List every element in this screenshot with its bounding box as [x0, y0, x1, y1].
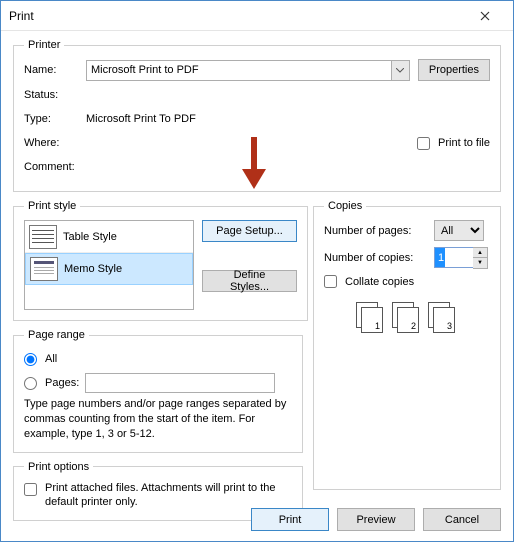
printer-type-value: Microsoft Print To PDF: [86, 113, 196, 125]
printer-type-label: Type:: [24, 113, 86, 125]
print-button[interactable]: Print: [251, 508, 329, 531]
printer-where-label: Where:: [24, 137, 86, 149]
cancel-button[interactable]: Cancel: [423, 508, 501, 531]
printer-legend: Printer: [24, 39, 64, 51]
page-range-pages-label: Pages:: [45, 377, 79, 389]
page-stack-icon: 1 1: [356, 302, 386, 336]
page-setup-button[interactable]: Page Setup...: [202, 220, 297, 242]
print-dialog: Print Printer Name: Microsoft Print to P…: [0, 0, 514, 542]
copies-group: Copies Number of pages: All Number of co…: [313, 200, 501, 490]
page-range-all-input[interactable]: [24, 353, 37, 366]
page-range-legend: Page range: [24, 329, 89, 341]
spinner-down-icon[interactable]: ▼: [473, 258, 487, 268]
page-range-all-label: All: [45, 353, 57, 365]
print-to-file-input[interactable]: [417, 137, 430, 150]
close-button[interactable]: [465, 2, 505, 30]
printer-group: Printer Name: Microsoft Print to PDF Pro…: [13, 39, 501, 192]
print-to-file-checkbox[interactable]: Print to file: [417, 137, 490, 150]
preview-button[interactable]: Preview: [337, 508, 415, 531]
style-item-label: Memo Style: [64, 263, 122, 275]
print-style-list[interactable]: Table Style Memo Style: [24, 220, 194, 310]
style-item-label: Table Style: [63, 231, 117, 243]
printer-comment-label: Comment:: [24, 161, 86, 173]
memo-style-icon: [30, 257, 58, 281]
printer-name-select[interactable]: Microsoft Print to PDF: [86, 60, 410, 81]
collate-checkbox[interactable]: Collate copies: [324, 275, 490, 288]
titlebar: Print: [1, 1, 513, 31]
num-pages-select[interactable]: All: [434, 220, 484, 241]
page-stack-icon: 2 2: [392, 302, 422, 336]
table-style-icon: [29, 225, 57, 249]
num-pages-label: Number of pages:: [324, 225, 434, 237]
copies-legend: Copies: [324, 200, 366, 212]
window-title: Print: [9, 9, 465, 23]
style-item-memo[interactable]: Memo Style: [25, 253, 193, 285]
num-copies-spinner[interactable]: ▲ ▼: [473, 247, 488, 269]
print-style-group: Print style Table Style Memo Style: [13, 200, 308, 321]
close-icon: [480, 11, 490, 21]
page-range-pages-field[interactable]: [85, 373, 275, 393]
printer-status-label: Status:: [24, 89, 86, 101]
printer-name-value: Microsoft Print to PDF: [91, 64, 199, 76]
define-styles-button[interactable]: Define Styles...: [202, 270, 297, 292]
page-range-hint: Type page numbers and/or page ranges sep…: [24, 397, 292, 442]
print-attached-checkbox[interactable]: Print attached files. Attachments will p…: [24, 481, 292, 511]
num-copies-label: Number of copies:: [324, 252, 434, 264]
page-range-pages-radio[interactable]: Pages:: [24, 377, 79, 390]
style-item-table[interactable]: Table Style: [25, 221, 193, 253]
page-range-pages-input[interactable]: [24, 377, 37, 390]
collate-label: Collate copies: [345, 276, 414, 288]
dialog-footer: Print Preview Cancel: [251, 508, 501, 531]
print-style-legend: Print style: [24, 200, 80, 212]
page-range-group: Page range All Pages: T: [13, 329, 303, 453]
printer-name-label: Name:: [24, 64, 86, 76]
page-stack-icon: 3 3: [428, 302, 458, 336]
properties-button[interactable]: Properties: [418, 59, 490, 81]
collate-illustration: 1 1 2 2 3 3: [324, 302, 490, 336]
print-to-file-label: Print to file: [438, 137, 490, 149]
chevron-down-icon: [391, 61, 409, 80]
print-attached-input[interactable]: [24, 483, 37, 496]
print-options-legend: Print options: [24, 461, 93, 473]
spinner-up-icon[interactable]: ▲: [473, 248, 487, 258]
collate-input[interactable]: [324, 275, 337, 288]
page-range-all-radio[interactable]: All: [24, 353, 57, 366]
num-copies-input[interactable]: [434, 247, 474, 268]
print-attached-label: Print attached files. Attachments will p…: [45, 481, 292, 511]
